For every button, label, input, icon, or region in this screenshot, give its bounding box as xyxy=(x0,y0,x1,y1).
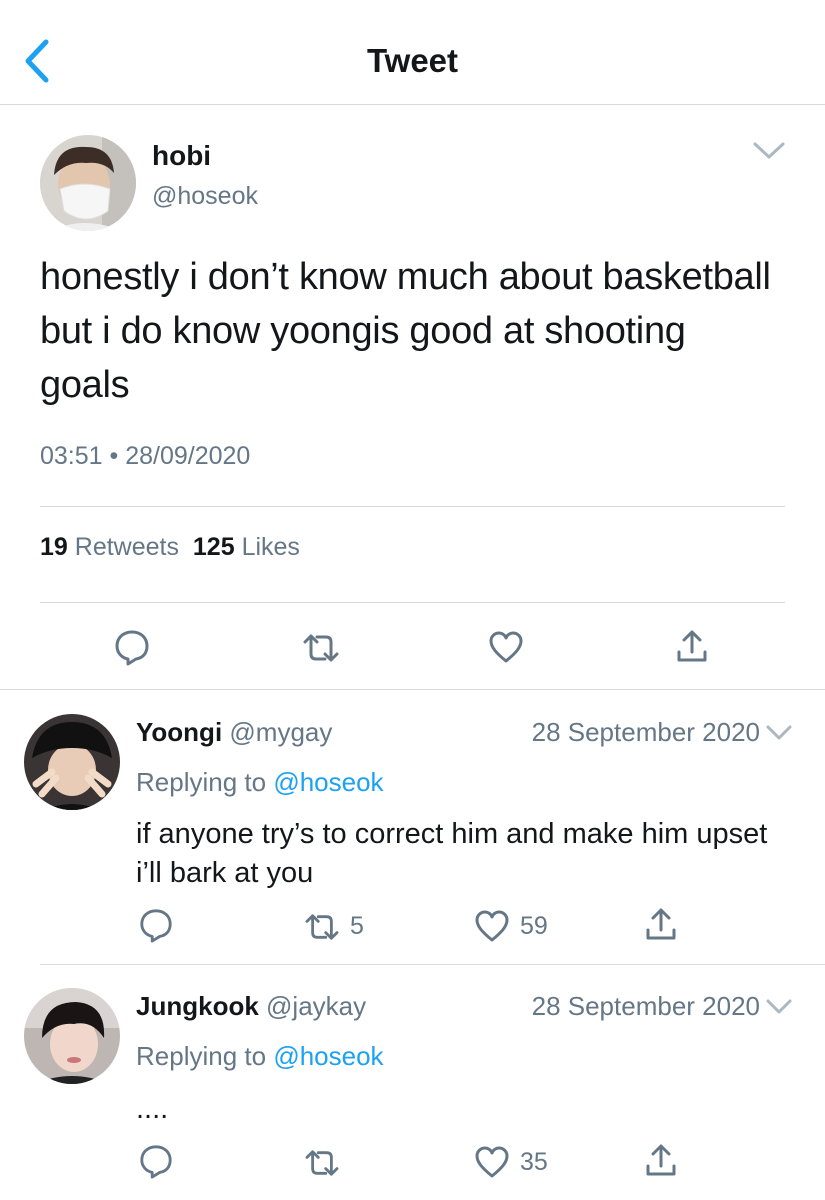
retweet-icon xyxy=(303,634,339,662)
chevron-down-icon xyxy=(766,725,792,740)
share-button[interactable] xyxy=(645,906,677,947)
replying-to-mention[interactable]: @hoseok xyxy=(273,1041,383,1071)
reply-button[interactable] xyxy=(138,907,174,948)
like-icon xyxy=(475,1146,509,1178)
replying-to-label: Replying to xyxy=(136,1041,267,1071)
likes-count: 125 xyxy=(192,533,235,561)
tweet-stats[interactable]: 19 Retweets 125 Likes xyxy=(40,533,300,562)
tweet-text: honestly i don’t know much about basketb… xyxy=(40,256,771,406)
retweet-button[interactable] xyxy=(303,1148,341,1183)
reply-text: .... xyxy=(136,1093,169,1125)
replying-to: Replying to @hoseok xyxy=(136,1041,384,1072)
share-button[interactable] xyxy=(645,1142,677,1183)
reply-button[interactable] xyxy=(113,628,151,671)
author-handle[interactable]: @hoseok xyxy=(152,182,258,211)
replying-to-label: Replying to xyxy=(136,767,267,797)
share-icon xyxy=(646,908,676,940)
reply-icon xyxy=(140,909,172,943)
reply-text: if anyone try’s to correct him and make … xyxy=(136,818,768,889)
avatar[interactable] xyxy=(24,988,120,1084)
replying-to-mention[interactable]: @hoseok xyxy=(273,767,383,797)
chevron-down-icon xyxy=(766,999,792,1014)
reply-author-handle[interactable]: @jaykay xyxy=(266,991,366,1021)
navigation-header: Tweet xyxy=(0,0,825,105)
reply-options-button[interactable] xyxy=(765,724,793,742)
reply-author-name[interactable]: Yoongi xyxy=(136,717,222,747)
likes-label: Likes xyxy=(241,533,300,561)
author-name[interactable]: hobi xyxy=(152,140,211,172)
retweet-icon xyxy=(305,914,339,940)
divider xyxy=(40,602,785,603)
reply-author-name[interactable]: Jungkook xyxy=(136,991,259,1021)
retweets-label: Retweets xyxy=(74,533,179,561)
replying-to: Replying to @hoseok xyxy=(136,767,384,798)
reply-options-button[interactable] xyxy=(765,998,793,1016)
reply-icon xyxy=(140,1145,172,1179)
retweet-button[interactable] xyxy=(303,912,341,947)
chevron-down-icon xyxy=(753,142,785,159)
retweet-button[interactable] xyxy=(301,632,341,669)
share-button[interactable] xyxy=(676,628,708,669)
reply-author-handle[interactable]: @mygay xyxy=(229,717,332,747)
like-button[interactable] xyxy=(488,630,524,669)
avatar[interactable] xyxy=(40,135,136,231)
like-count: 59 xyxy=(520,912,548,940)
like-icon xyxy=(489,631,523,663)
divider xyxy=(0,689,825,690)
page-title: Tweet xyxy=(366,42,459,79)
like-icon xyxy=(475,910,509,942)
retweet-icon xyxy=(305,1150,339,1176)
retweets-count: 19 xyxy=(40,533,68,561)
share-icon xyxy=(646,1144,676,1176)
like-button[interactable] xyxy=(474,1145,510,1184)
like-count: 35 xyxy=(520,1148,548,1176)
share-icon xyxy=(677,630,707,662)
divider xyxy=(40,964,825,965)
reply-date: 28 September 2020 xyxy=(531,717,760,747)
divider xyxy=(40,506,785,507)
tweet-timestamp: 03:51 • 28/09/2020 xyxy=(40,442,251,470)
avatar[interactable] xyxy=(24,714,120,810)
reply-header: Yoongi @mygay xyxy=(136,717,332,748)
tweet-options-button[interactable] xyxy=(752,140,786,162)
like-button[interactable] xyxy=(474,909,510,948)
retweet-count: 5 xyxy=(350,912,364,940)
reply-date: 28 September 2020 xyxy=(531,991,760,1021)
reply-header: Jungkook @jaykay xyxy=(136,991,366,1022)
reply-icon xyxy=(115,630,149,666)
reply-button[interactable] xyxy=(138,1143,174,1184)
